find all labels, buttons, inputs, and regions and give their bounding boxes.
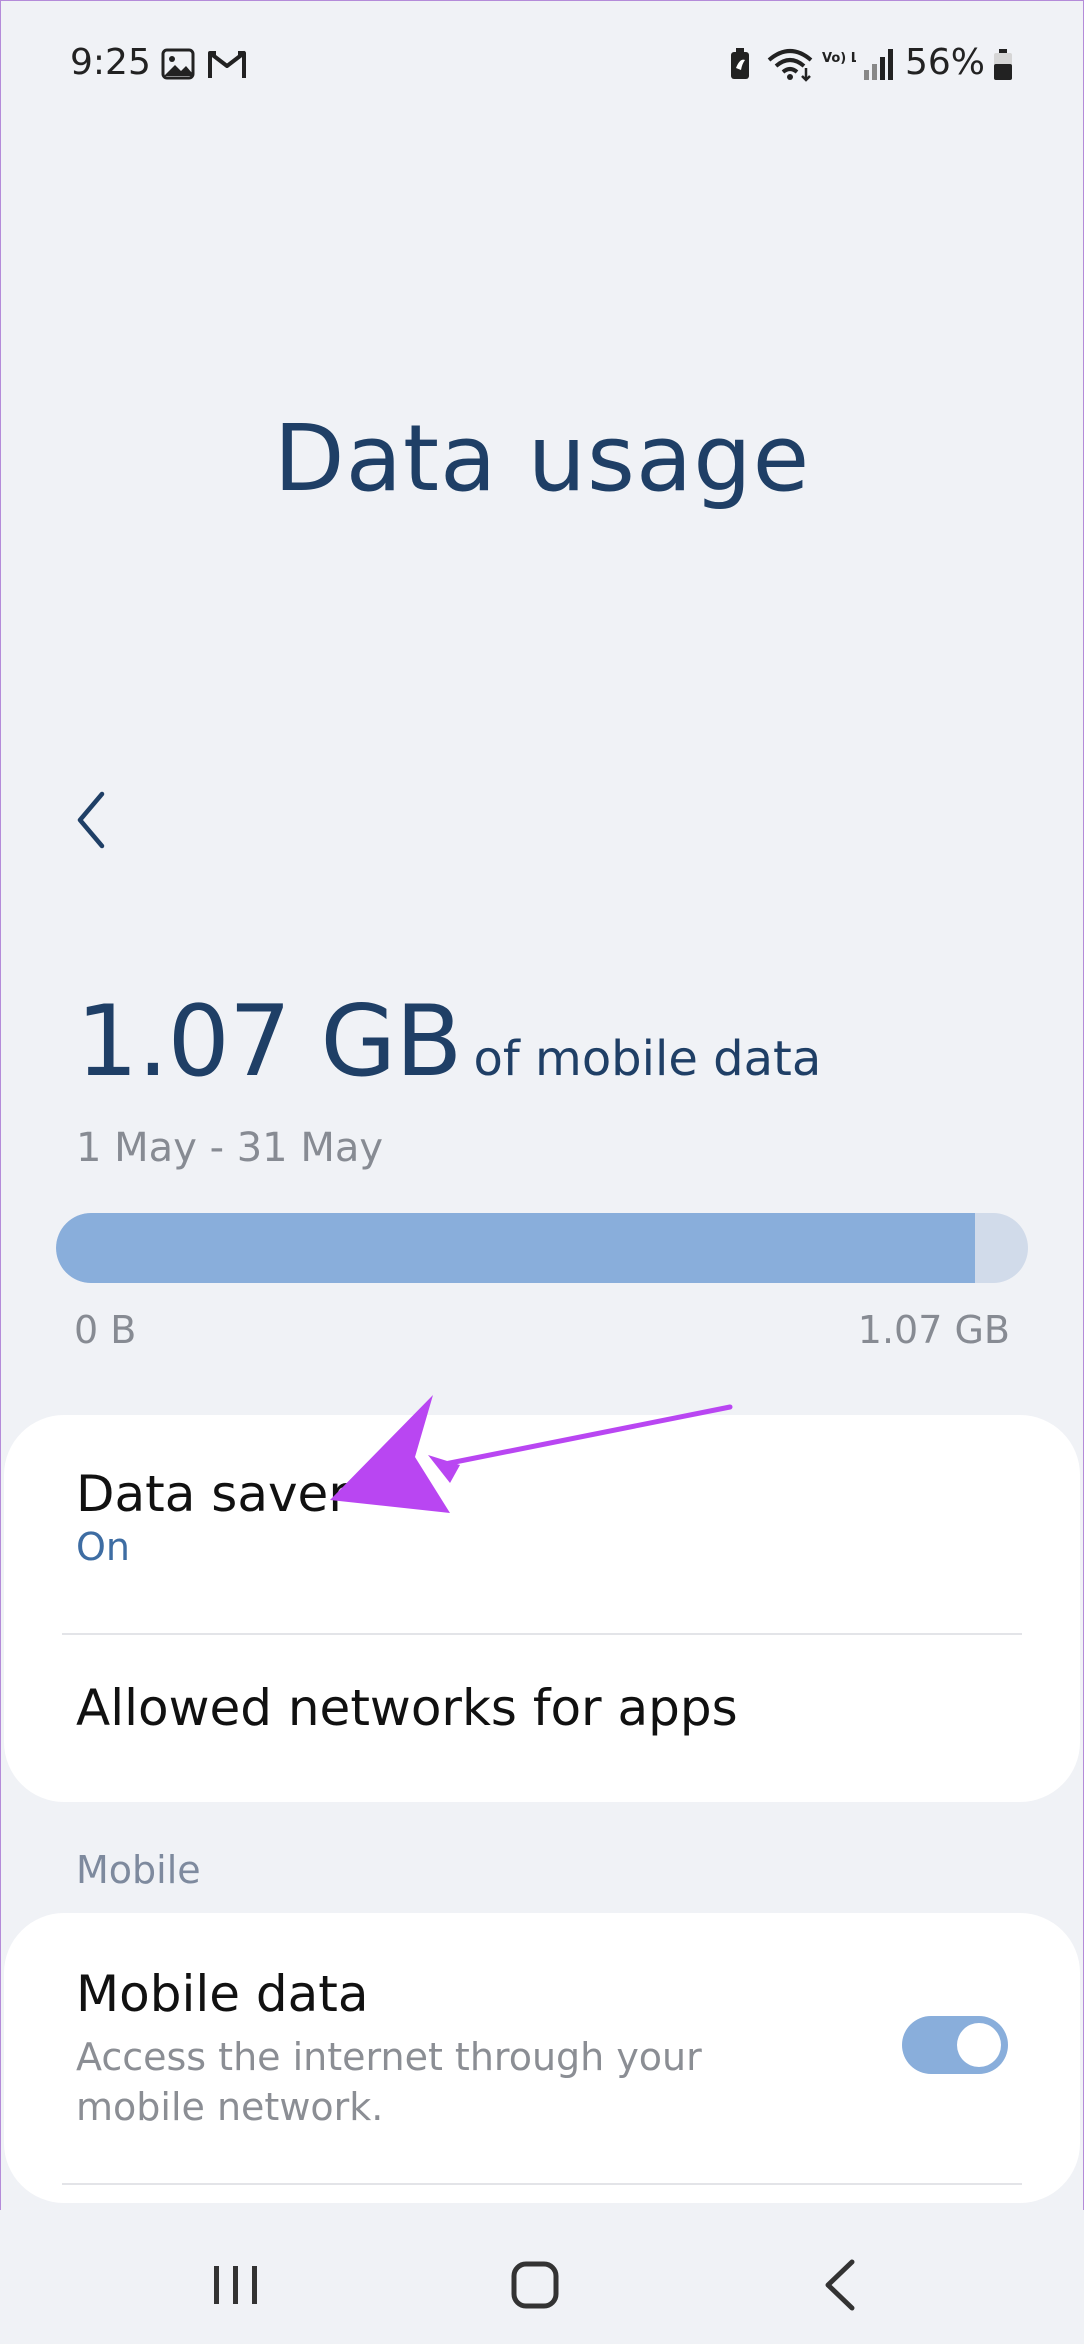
allowed-networks-item[interactable]: Allowed networks for apps — [4, 1637, 1080, 1802]
usage-period: 1 May - 31 May — [76, 1125, 384, 1171]
wifi-icon — [767, 49, 813, 82]
allowed-networks-title: Allowed networks for apps — [76, 1679, 738, 1737]
mobile-data-title: Mobile data — [76, 1965, 369, 2023]
recent-apps-button[interactable] — [196, 2250, 276, 2320]
back-button[interactable] — [62, 780, 122, 860]
battery-percentage: 56% — [905, 42, 986, 83]
signal-icon — [864, 49, 893, 80]
divider — [62, 1633, 1022, 1635]
usage-amount: 1.07 GB — [76, 985, 463, 1099]
usage-bar-min-label: 0 B — [74, 1308, 137, 1352]
status-time: 9:25 — [70, 42, 151, 83]
status-bar: 9:25 Vo) LTE 56% — [0, 0, 1084, 130]
nav-back-button[interactable] — [800, 2250, 880, 2320]
battery-icon — [994, 49, 1012, 80]
annotation-arrow — [330, 1395, 733, 1513]
toggle-knob — [957, 2023, 1001, 2067]
usage-bar-max-label: 1.07 GB — [857, 1308, 1010, 1352]
data-saver-title: Data saver — [76, 1465, 349, 1523]
usage-progress-bar — [56, 1213, 1028, 1283]
data-saver-status: On — [76, 1525, 130, 1569]
page-title: Data usage — [273, 405, 811, 512]
usage-progress-fill — [56, 1213, 975, 1283]
mobile-data-item[interactable]: Mobile data Access the internet through … — [4, 1913, 1080, 2183]
home-button[interactable] — [496, 2250, 576, 2320]
battery-saver-icon — [731, 48, 749, 79]
mobile-data-description-line2: mobile network. — [76, 2085, 384, 2129]
svg-text:Vo) LTE: Vo) LTE — [822, 51, 856, 66]
navigation-bar — [0, 2210, 1084, 2344]
section-header-mobile: Mobile — [76, 1848, 201, 1892]
gmail-icon — [208, 51, 246, 78]
mobile-data-toggle[interactable] — [902, 2016, 1008, 2074]
divider — [62, 2183, 1022, 2185]
mobile-section-card: Mobile data Access the internet through … — [4, 1913, 1080, 2203]
mobile-data-description-line1: Access the internet through your — [76, 2035, 702, 2079]
gallery-icon — [161, 48, 195, 80]
usage-summary: 1.07 GB of mobile data — [76, 985, 821, 1099]
volte-icon: Vo) LTE — [822, 51, 856, 66]
usage-suffix: of mobile data — [473, 1031, 822, 1087]
